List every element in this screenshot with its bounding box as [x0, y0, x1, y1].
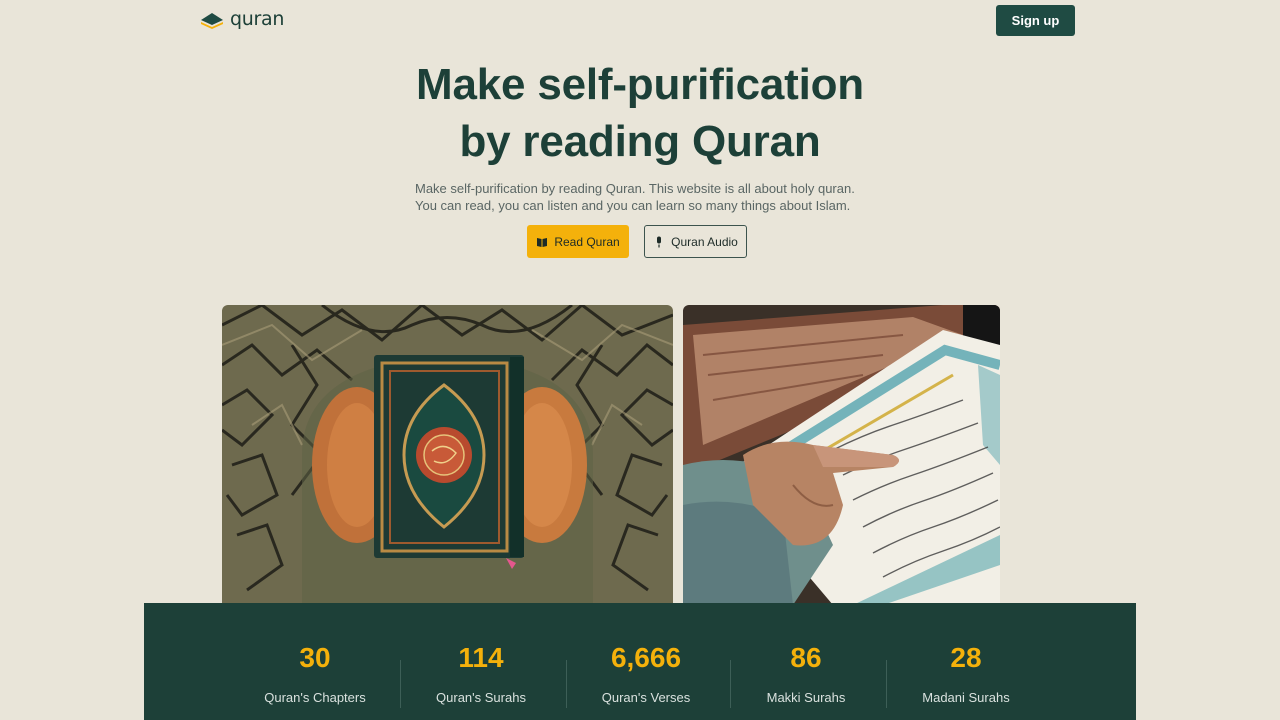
- stat-value: 114: [458, 642, 504, 673]
- signup-button[interactable]: Sign up: [996, 5, 1075, 36]
- stat-value: 30: [299, 642, 331, 673]
- reading-quran-photo: [683, 305, 1000, 605]
- stat-chapters: 30 Quran's Chapters: [232, 641, 398, 720]
- stat-value: 6,666: [610, 642, 682, 673]
- book-icon: [537, 237, 548, 247]
- stat-divider: [566, 660, 567, 708]
- stat-label: Quran's Verses: [601, 690, 691, 705]
- hero-description: Make self-purification by reading Quran.…: [415, 181, 855, 213]
- logo-text: quran: [230, 8, 285, 30]
- stat-surahs: 114 Quran's Surahs: [398, 641, 564, 720]
- stat-madani: 28 Madani Surahs: [884, 641, 1048, 720]
- hero-actions: Read Quran Quran Audio: [527, 225, 747, 258]
- title-line-2: by reading Quran: [459, 117, 821, 166]
- title-line-1: Make self-purification: [416, 60, 864, 109]
- stat-label: Quran's Chapters: [264, 690, 366, 705]
- stats-bar: 30 Quran's Chapters 114 Quran's Surahs 6…: [144, 603, 1136, 720]
- microphone-icon: [657, 236, 662, 247]
- stat-value: 86: [790, 642, 822, 673]
- stat-divider: [886, 660, 887, 708]
- quran-audio-label: Quran Audio: [671, 234, 738, 249]
- read-quran-label: Read Quran: [554, 234, 620, 249]
- logo[interactable]: quran: [200, 8, 284, 30]
- quran-audio-button[interactable]: Quran Audio: [644, 225, 747, 258]
- stat-label: Madani Surahs: [922, 690, 1010, 705]
- stat-label: Quran's Surahs: [436, 690, 526, 705]
- page-title: Make self-purification by reading Quran: [340, 56, 940, 170]
- stat-makki: 86 Makki Surahs: [728, 641, 884, 720]
- quran-book-photo: [222, 305, 673, 605]
- read-quran-button[interactable]: Read Quran: [527, 225, 629, 258]
- stat-divider: [400, 660, 401, 708]
- stat-verses: 6,666 Quran's Verses: [564, 641, 728, 720]
- stat-divider: [730, 660, 731, 708]
- stat-label: Makki Surahs: [766, 690, 846, 705]
- stat-value: 28: [950, 642, 982, 673]
- logo-book-icon: [201, 13, 223, 29]
